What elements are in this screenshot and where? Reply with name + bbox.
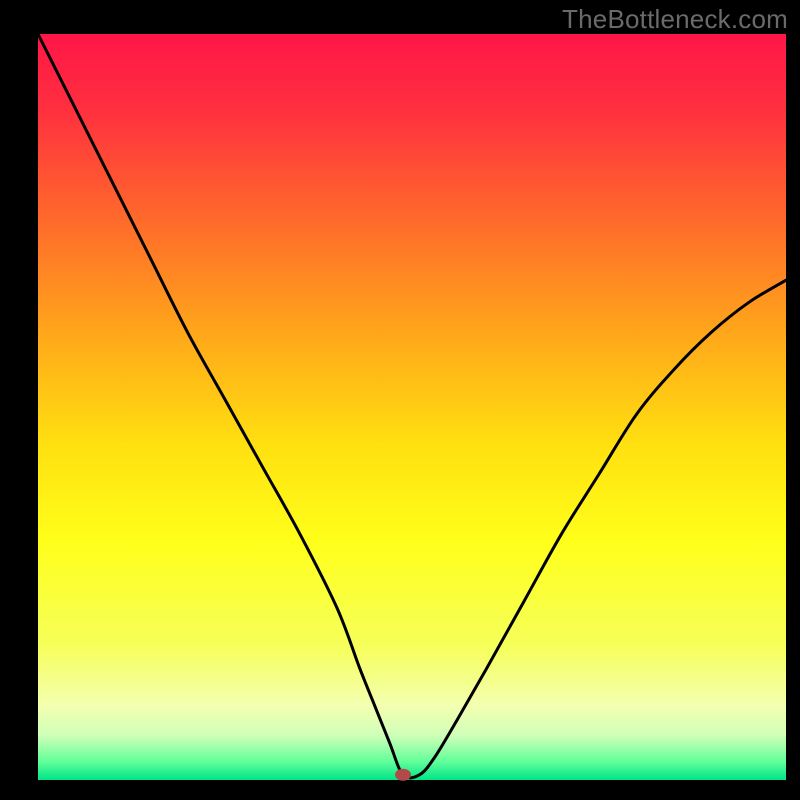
chart-svg: [0, 0, 800, 800]
plot-area: [38, 34, 786, 780]
minimum-marker: [395, 769, 411, 781]
chart-frame: TheBottleneck.com: [0, 0, 800, 800]
watermark-text: TheBottleneck.com: [562, 4, 788, 35]
